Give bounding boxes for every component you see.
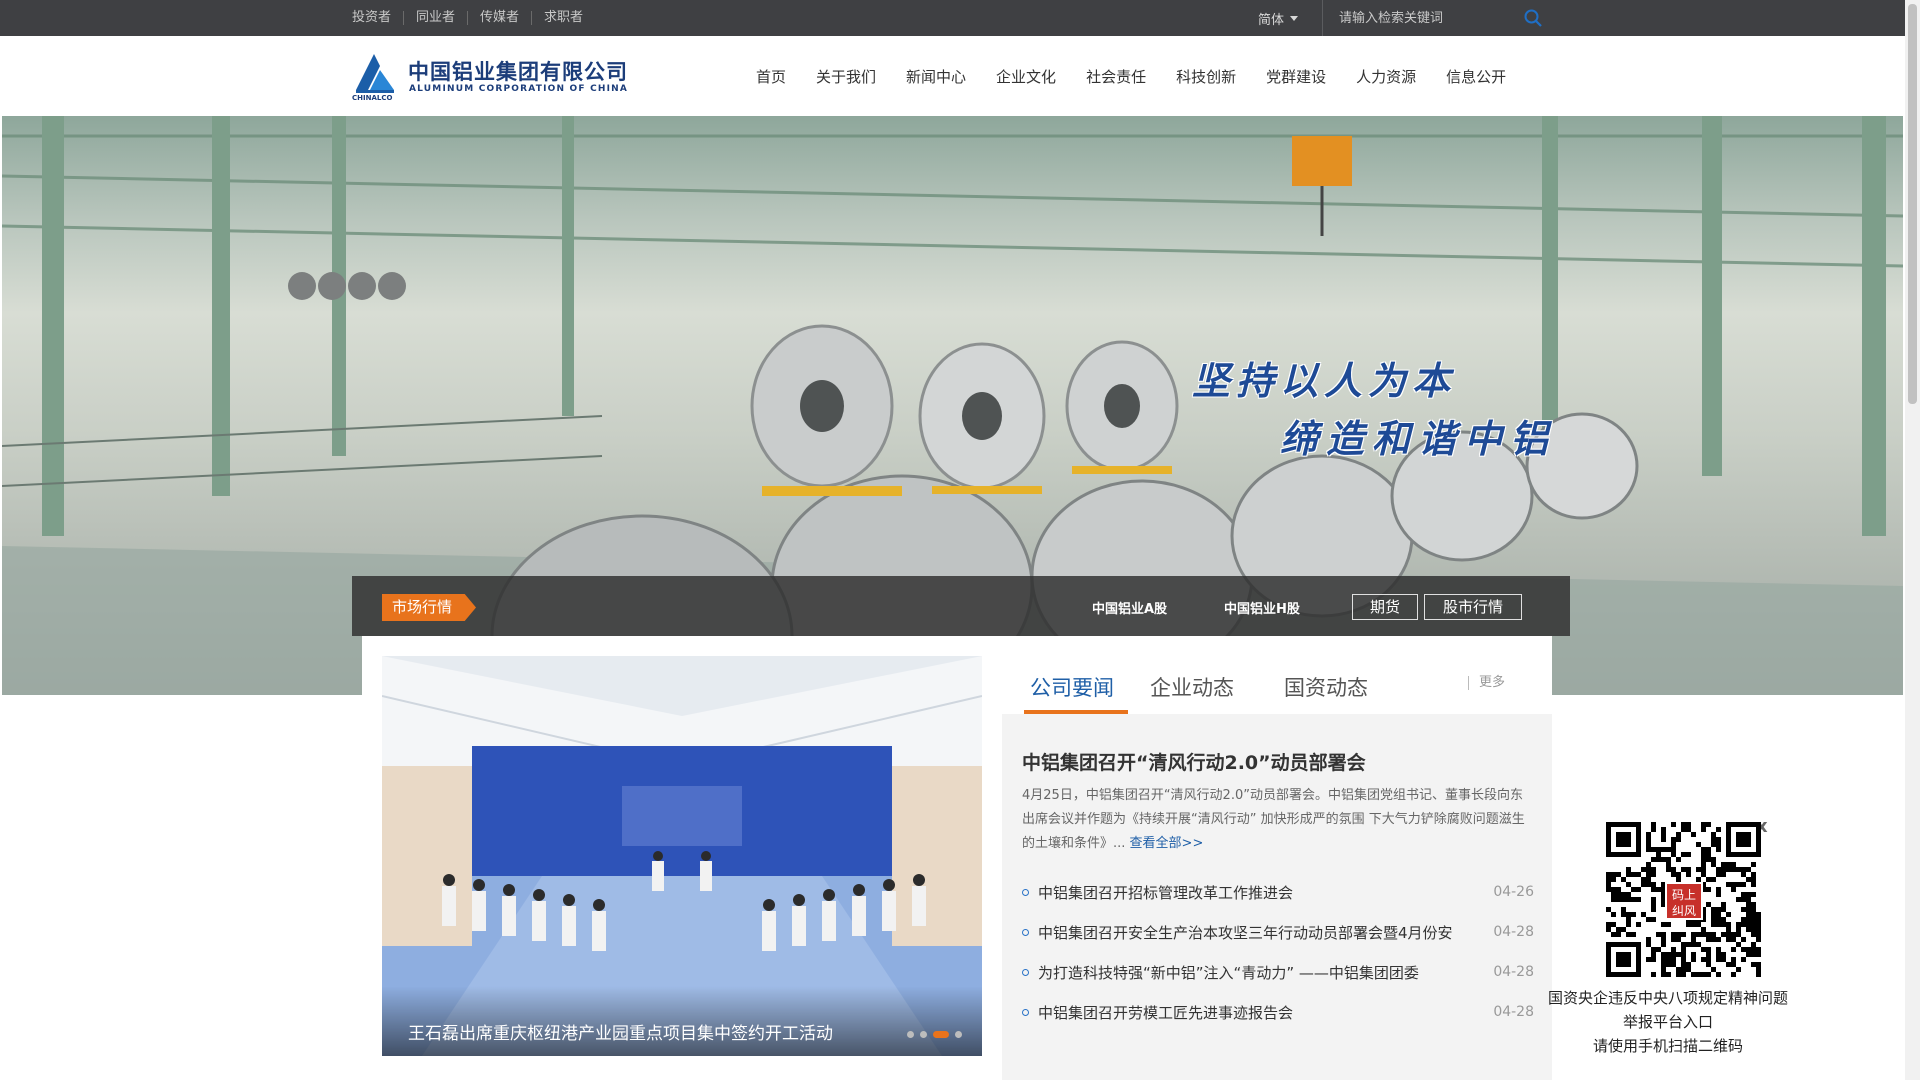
featured-headline[interactable]: 中铝集团召开“清风行动2.0”动员部署会 <box>1022 748 1366 775</box>
list-item[interactable]: 为打造科技特强“新中铝”注入“青动力” ——中铝集团团委 04-28 <box>1022 952 1534 992</box>
news-title[interactable]: 为打造科技特强“新中铝”注入“青动力” ——中铝集团团委 <box>1038 962 1480 983</box>
news-date: 04-26 <box>1493 884 1534 900</box>
stock-quote-button[interactable]: 股市行情 <box>1424 594 1522 620</box>
slider-dot[interactable] <box>955 1031 962 1038</box>
news-list: 中铝集团召开招标管理改革工作推进会 04-26 中铝集团召开安全生产治本攻坚三年… <box>1022 872 1534 1032</box>
link-investors[interactable]: 投资者 <box>352 11 405 25</box>
h-share-link[interactable]: 中国铝业H股 <box>1224 598 1300 617</box>
nav-culture[interactable]: 企业文化 <box>996 66 1056 87</box>
market-strip: 市场行情 中国铝业A股 中国铝业H股 期货 股市行情 <box>352 576 1570 636</box>
slider-dot[interactable] <box>907 1031 914 1038</box>
language-label: 简体 <box>1258 12 1285 28</box>
read-more-link[interactable]: 查看全部>> <box>1130 836 1204 851</box>
list-item[interactable]: 中铝集团召开安全生产治本攻坚三年行动动员部署会暨4月份安 04-28 <box>1022 912 1534 952</box>
news-tabs: 公司要闻 企业动态 国资动态 更多 <box>1002 636 1552 714</box>
search-input[interactable] <box>1339 8 1539 28</box>
summary-text: 4月25日，中铝集团召开“清风行动2.0”动员部署会。中铝集团党组书记、董事长段… <box>1022 788 1525 851</box>
nav-party[interactable]: 党群建设 <box>1266 66 1326 87</box>
qr-caption-line1: 国资央企违反中央八项规定精神问题 <box>1548 989 1789 1007</box>
slider-dot[interactable] <box>920 1031 927 1038</box>
link-peers[interactable]: 同业者 <box>404 11 469 25</box>
nav-disclosure[interactable]: 信息公开 <box>1446 66 1506 87</box>
nav-about[interactable]: 关于我们 <box>816 66 876 87</box>
main-nav: 首页 关于我们 新闻中心 企业文化 社会责任 科技创新 党群建设 人力资源 信息… <box>756 36 1536 116</box>
news-title[interactable]: 中铝集团召开招标管理改革工作推进会 <box>1038 882 1480 903</box>
tab-enterprise-updates[interactable]: 企业动态 <box>1150 672 1234 702</box>
list-item[interactable]: 中铝集团召开招标管理改革工作推进会 04-26 <box>1022 872 1534 912</box>
audience-links: 投资者 同业者 传媒者 求职者 <box>352 0 595 36</box>
futures-button[interactable]: 期货 <box>1352 594 1418 620</box>
language-select[interactable]: 简体 <box>1258 0 1299 36</box>
slider-dots <box>901 1031 962 1038</box>
report-qr-popup: x 码上纠风 国资央企违反中央八项规定精神问题 举报平台入口 请使用手机扫描二维… <box>1548 816 1788 1064</box>
link-media[interactable]: 传媒者 <box>468 11 533 25</box>
bullet-icon <box>1022 928 1029 936</box>
nav-responsibility[interactable]: 社会责任 <box>1086 66 1146 87</box>
news-title[interactable]: 中铝集团召开劳模工匠先进事迹报告会 <box>1038 1002 1480 1023</box>
news-list-section: 公司要闻 企业动态 国资动态 更多 中铝集团召开“清风行动2.0”动员部署会 4… <box>1002 636 1552 1080</box>
qr-caption-line2: 举报平台入口 <box>1622 1013 1713 1031</box>
news-title[interactable]: 中铝集团召开安全生产治本攻坚三年行动动员部署会暨4月份安 <box>1038 922 1480 943</box>
list-item[interactable]: 中铝集团召开劳模工匠先进事迹报告会 04-28 <box>1022 992 1534 1032</box>
news-date: 04-28 <box>1493 924 1534 940</box>
nav-hr[interactable]: 人力资源 <box>1356 66 1416 87</box>
slider-dot-active[interactable] <box>933 1031 949 1038</box>
more-link[interactable]: 更多 <box>1468 676 1505 690</box>
logo-abbreviation: CHINALCO <box>352 94 393 102</box>
news-panel: 王石磊出席重庆枢纽港产业园重点项目集中签约开工活动 公司要闻 企业动态 国资动态… <box>362 636 1552 1080</box>
news-date: 04-28 <box>1493 1004 1534 1020</box>
tab-sasac-updates[interactable]: 国资动态 <box>1284 672 1368 702</box>
top-utility-bar: 投资者 同业者 传媒者 求职者 简体 <box>0 0 1905 36</box>
qr-caption: 国资央企违反中央八项规定精神问题 举报平台入口 请使用手机扫描二维码 <box>1548 986 1788 1058</box>
tab-company-news[interactable]: 公司要闻 <box>1030 672 1114 702</box>
chevron-down-icon <box>1290 15 1299 21</box>
logo-chinese-name: 中国铝业集团有限公司 <box>408 60 628 84</box>
qr-badge: 码上纠风 <box>1665 882 1703 920</box>
news-date: 04-28 <box>1493 964 1534 980</box>
banner-slogan-line1: 坚持以人为本 <box>1192 358 1457 403</box>
bullet-icon <box>1022 888 1029 896</box>
news-slider[interactable]: 王石磊出席重庆枢纽港产业园重点项目集中签约开工活动 <box>382 656 982 1056</box>
link-jobseekers[interactable]: 求职者 <box>532 11 595 25</box>
search-icon[interactable] <box>1523 8 1543 28</box>
nav-news[interactable]: 新闻中心 <box>906 66 966 87</box>
market-tag: 市场行情 <box>382 594 476 621</box>
a-share-link[interactable]: 中国铝业A股 <box>1092 598 1167 617</box>
bullet-icon <box>1022 1008 1029 1016</box>
search-box <box>1322 0 1584 36</box>
qr-code: 码上纠风 <box>1606 822 1761 977</box>
banner-slogan-line2: 缔造和谐中铝 <box>1280 416 1557 461</box>
slider-caption[interactable]: 王石磊出席重庆枢纽港产业园重点项目集中签约开工活动 <box>408 1019 833 1044</box>
bullet-icon <box>1022 968 1029 976</box>
qr-caption-line3: 请使用手机扫描二维码 <box>1592 1037 1743 1055</box>
active-tab-indicator <box>1024 710 1128 714</box>
nav-innovation[interactable]: 科技创新 <box>1176 66 1236 87</box>
logo-english-name: ALUMINUM CORPORATION OF CHINA <box>409 84 629 94</box>
featured-summary: 4月25日，中铝集团召开“清风行动2.0”动员部署会。中铝集团党组书记、董事长段… <box>1022 784 1534 856</box>
company-logo[interactable]: 中国铝业集团有限公司 ALUMINUM CORPORATION OF CHINA… <box>352 50 632 102</box>
scrollbar-thumb[interactable] <box>1908 4 1917 404</box>
site-header: 中国铝业集团有限公司 ALUMINUM CORPORATION OF CHINA… <box>0 36 1905 116</box>
nav-home[interactable]: 首页 <box>756 66 786 87</box>
page-scrollbar[interactable] <box>1905 0 1920 1080</box>
